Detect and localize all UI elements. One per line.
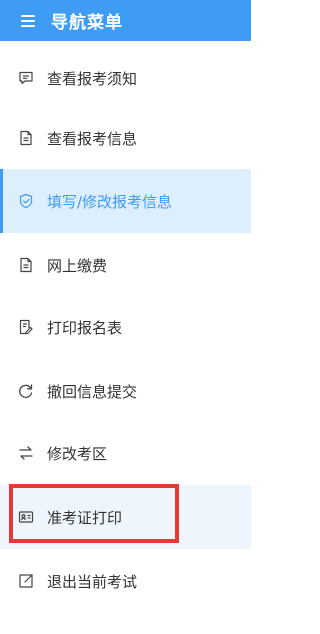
nav-menu: 导航菜单 查看报考须知 查看报考信息 填写/修改报考信息 网上缴费 打印报名表 … bbox=[0, 0, 251, 634]
menu-item-view-info[interactable]: 查看报考信息 bbox=[0, 106, 251, 170]
menu-item-admission-ticket-print[interactable]: 准考证打印 bbox=[0, 485, 251, 549]
message-icon bbox=[18, 70, 34, 86]
menu-item-label: 网上缴费 bbox=[47, 256, 108, 275]
menu-item-edit-info[interactable]: 填写/修改报考信息 bbox=[0, 169, 251, 233]
menu-item-label: 查看报考须知 bbox=[47, 69, 138, 88]
exit-icon bbox=[18, 573, 34, 589]
menu-item-exam-notice[interactable]: 查看报考须知 bbox=[0, 46, 251, 110]
menu-item-online-payment[interactable]: 网上缴费 bbox=[0, 233, 251, 297]
shield-icon bbox=[18, 193, 34, 209]
menu-item-label: 查看报考信息 bbox=[47, 129, 138, 148]
menu-item-label: 撤回信息提交 bbox=[47, 382, 138, 401]
undo-icon bbox=[18, 383, 34, 399]
list-edit-icon bbox=[18, 319, 34, 335]
menu-item-withdraw-submission[interactable]: 撤回信息提交 bbox=[0, 359, 251, 423]
menu-item-exit-exam[interactable]: 退出当前考试 bbox=[0, 549, 251, 613]
menu-item-print-form[interactable]: 打印报名表 bbox=[0, 295, 251, 359]
menu-item-label: 填写/修改报考信息 bbox=[47, 192, 173, 211]
menu-item-change-exam-area[interactable]: 修改考区 bbox=[0, 421, 251, 485]
id-card-icon bbox=[18, 509, 34, 525]
nav-title: 导航菜单 bbox=[51, 13, 123, 33]
menu-item-label: 退出当前考试 bbox=[47, 572, 138, 591]
hamburger-menu-icon[interactable] bbox=[21, 14, 35, 27]
swap-icon bbox=[18, 445, 34, 461]
document-icon bbox=[18, 130, 34, 146]
document-icon bbox=[18, 257, 34, 273]
menu-item-label: 准考证打印 bbox=[47, 508, 123, 527]
menu-item-label: 修改考区 bbox=[47, 444, 108, 463]
nav-header: 导航菜单 bbox=[0, 0, 251, 41]
menu-item-label: 打印报名表 bbox=[47, 318, 123, 337]
